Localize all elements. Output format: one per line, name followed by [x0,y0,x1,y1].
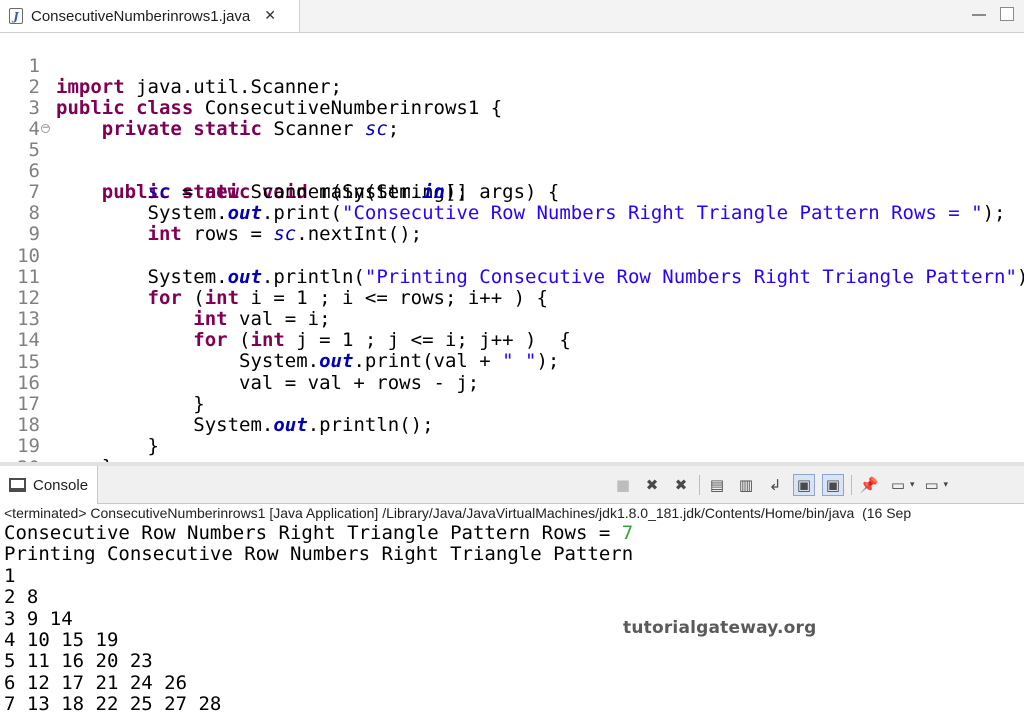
close-icon[interactable]: ✕ [264,8,276,24]
prompt-text: Consecutive Row Numbers Right Triangle P… [4,522,622,544]
user-input-value: 7 [621,522,634,544]
console-header: Console ■ ✖ ✖ ▤ ▥ ↲ ▣ ▣ 📌 ▭ ▾ ▭ ▾ [0,466,1024,504]
java-file-icon: J [9,8,23,24]
console-output-line: 1 [4,564,16,587]
maximize-icon[interactable] [1000,7,1014,21]
word-wrap-icon[interactable]: ↲ [764,474,786,496]
code-line: 15 val = val + rows - j; [0,331,1024,394]
code-line: 14 System.out.print(val + " "); [0,309,1024,372]
code-line: 17 System.out.println(); [0,373,1024,436]
code-line: 5 − public static void main(String[] arg… [0,119,1024,203]
show-stdout-icon[interactable]: ▣ [793,474,815,496]
toolbar-separator [699,475,700,495]
editor-tab-title: ConsecutiveNumberinrows1.java [31,7,251,25]
collapse-icon[interactable]: − [41,124,50,133]
console-tab[interactable]: Console [0,466,98,504]
editor-tab-bar: J ConsecutiveNumberinrows1.java ✕ [0,0,1024,33]
console-tab-title: Console [33,476,89,494]
code-line: 20 } [0,437,1024,500]
display-selected-console-icon[interactable]: ▭ [887,474,909,496]
scroll-lock-icon[interactable]: ▥ [735,474,757,496]
minimize-icon[interactable] [972,7,986,16]
console-output-line: 5 11 16 20 23 [4,650,153,673]
console-output-line: 2 8 [4,586,39,609]
terminate-icon[interactable]: ■ [612,474,634,496]
code-editor[interactable]: 1 import java.util.Scanner; 2 public cla… [0,34,1024,500]
console-output-line: 4 10 15 19 [4,628,119,651]
open-console-icon[interactable]: ▭ [921,474,943,496]
console-output-line: Printing Consecutive Row Numbers Right T… [4,543,634,566]
show-stderr-icon[interactable]: ▣ [822,474,844,496]
code-line: 7 System.out.print("Consecutive Row Numb… [0,161,1024,224]
toolbar-separator [851,475,852,495]
editor-window-controls [972,7,1014,21]
remove-launch-icon[interactable]: ✖ [641,474,663,496]
code-line: 1 import java.util.Scanner; [0,35,1024,98]
code-line: 6 sc = new Scanner(System.in); [0,140,1024,203]
code-line: 19 } [0,415,1024,478]
code-line: 12 int val = i; [0,267,1024,330]
code-line: 13 for (int j = 1 ; j <= i; j++ ) { [0,288,1024,351]
code-line: 3 private static Scanner sc; [0,77,1024,140]
code-line: 18 } [0,394,1024,457]
code-line: 16 } [0,352,1024,415]
code-line: 9 [0,203,1024,245]
code-line: 10 System.out.println("Printing Consecut… [0,225,1024,288]
remove-all-terminated-icon[interactable]: ✖ [670,474,692,496]
chevron-down-icon[interactable]: ▾ [944,480,949,490]
console-status-line: <terminated> ConsecutiveNumberinrows1 [J… [4,505,912,521]
watermark-text: tutorialgateway.org [623,618,817,638]
console-icon [9,478,26,492]
chevron-down-icon[interactable]: ▾ [910,480,915,490]
console-prompt-line: Consecutive Row Numbers Right Triangle P… [4,522,634,544]
clear-console-icon[interactable]: ▤ [706,474,728,496]
console-output-line: 7 13 18 22 25 27 28 [4,693,222,716]
code-line: 11 for (int i = 1 ; i <= rows; i++ ) { [0,246,1024,309]
code-line: 8 int rows = sc.nextInt(); [0,182,1024,245]
code-line: 4 [0,98,1024,140]
console-output-line: 6 12 17 21 24 26 [4,671,188,694]
pin-console-icon[interactable]: 📌 [858,474,880,496]
code-line: 2 public class ConsecutiveNumberinrows1 … [0,56,1024,119]
console-toolbar: ■ ✖ ✖ ▤ ▥ ↲ ▣ ▣ 📌 ▭ ▾ ▭ ▾ [612,473,954,497]
console-output-line: 3 9 14 [4,607,73,630]
editor-tab-consecutive-number-java[interactable]: J ConsecutiveNumberinrows1.java ✕ [0,0,300,32]
console-output[interactable]: Consecutive Row Numbers Right Triangle P… [4,522,634,716]
